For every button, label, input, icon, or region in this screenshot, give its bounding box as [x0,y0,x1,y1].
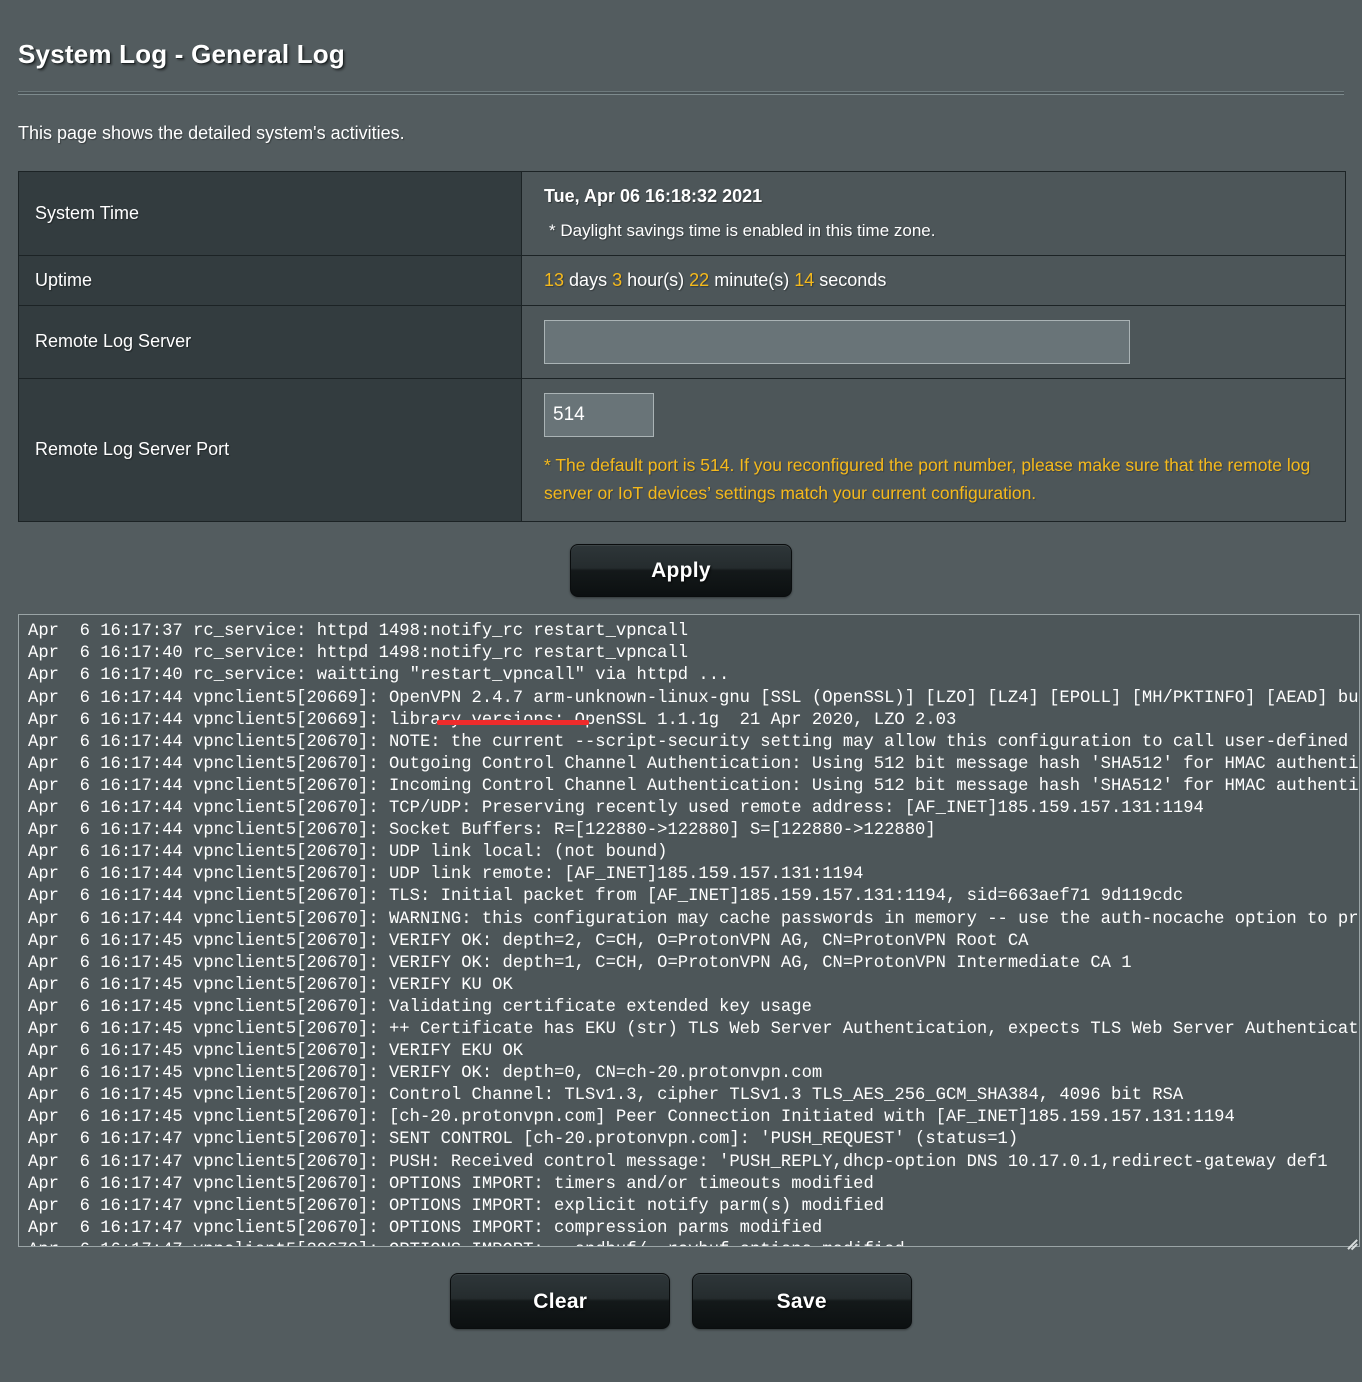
label-uptime: Uptime [18,255,522,306]
label-remote-log-server: Remote Log Server [18,305,522,379]
table-row-remote-log-server-port: Remote Log Server Port * The default por… [18,378,1346,522]
uptime-days-unit: days [569,269,608,290]
uptime-value: 13 days 3 hour(s) 22 minute(s) 14 second… [544,270,1329,291]
uptime-seconds-unit: seconds [819,269,887,290]
value-remote-log-server-port: * The default port is 514. If you reconf… [521,378,1346,522]
uptime-minutes-unit: minute(s) [714,269,790,290]
label-remote-log-server-port: Remote Log Server Port [18,378,522,522]
label-system-time: System Time [18,171,522,256]
table-row-system-time: System Time Tue, Apr 06 16:18:32 2021 * … [18,171,1346,256]
settings-table: System Time Tue, Apr 06 16:18:32 2021 * … [18,170,1346,523]
title-divider [18,90,1344,95]
uptime-hours: 3 [612,269,623,290]
page-description: This page shows the detailed system's ac… [18,122,405,143]
system-log-textarea[interactable]: Apr 6 16:17:37 rc_service: httpd 1498:no… [18,614,1360,1248]
log-area-wrapper: Apr 6 16:17:37 rc_service: httpd 1498:no… [18,614,1360,1250]
value-system-time: Tue, Apr 06 16:18:32 2021 * Daylight sav… [521,171,1346,256]
page-title: System Log - General Log [18,39,345,69]
value-remote-log-server [521,305,1346,379]
apply-button-row: Apply [18,544,1344,598]
remote-log-server-input[interactable] [544,319,1130,364]
apply-button[interactable]: Apply [570,544,792,598]
remote-log-server-port-input[interactable] [544,392,654,437]
table-row-uptime: Uptime 13 days 3 hour(s) 22 minute(s) 14… [18,255,1346,306]
remote-log-server-port-note: * The default port is 514. If you reconf… [544,454,1311,503]
uptime-hours-unit: hour(s) [627,269,685,290]
footer-button-row: Clear Save [18,1273,1344,1330]
page-container: System Log - General Log This page shows… [0,0,1362,1330]
value-uptime: 13 days 3 hour(s) 22 minute(s) 14 second… [521,255,1346,306]
uptime-minutes: 22 [689,269,710,290]
system-time-value: Tue, Apr 06 16:18:32 2021 [544,185,763,206]
uptime-seconds: 14 [794,269,815,290]
system-time-note: * Daylight savings time is enabled in th… [549,220,936,240]
uptime-days: 13 [544,269,565,290]
table-row-remote-log-server: Remote Log Server [18,305,1346,379]
save-button[interactable]: Save [691,1273,912,1330]
clear-button[interactable]: Clear [450,1273,671,1330]
